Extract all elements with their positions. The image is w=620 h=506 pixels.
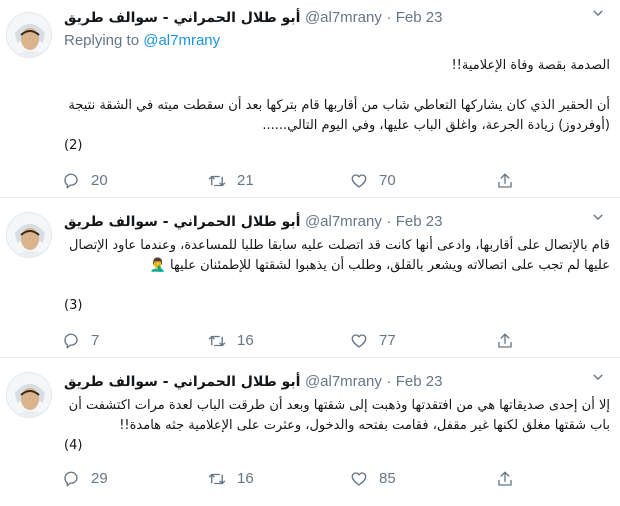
thread-counter: (4) [64, 438, 83, 453]
retweet-count: 16 [237, 332, 254, 349]
share-icon [498, 333, 512, 348]
username[interactable]: @al7mrany [305, 373, 382, 390]
retweet-button[interactable]: 16 [208, 330, 254, 352]
chevron-down-icon[interactable] [588, 6, 608, 26]
share-icon [498, 471, 512, 486]
tweet[interactable]: أبو طلال الحمراني - سوالف طريق @al7mrany… [0, 0, 620, 198]
tweet-line: باب شقتها مغلق لكنها غير مقفل، فقامت بفت… [119, 418, 610, 433]
retweet-button[interactable]: 16 [208, 468, 254, 490]
tweet-line: قام بالإتصال على أقاربها، وادعى أنها كان… [68, 238, 610, 253]
retweet-count: 21 [237, 172, 254, 189]
timestamp[interactable]: Feb 23 [396, 213, 443, 230]
reply-button[interactable]: 29 [62, 468, 108, 490]
tweet-text: إلا أن إحدى صديقاتها هي من افتقدتها وذهب… [64, 396, 610, 456]
tweet-line: (أوفردوز) زيادة الجرعة، واغلق الباب عليه… [262, 118, 610, 133]
share-button[interactable] [496, 170, 514, 192]
reply-count: 20 [91, 172, 108, 189]
timestamp[interactable]: Feb 23 [396, 373, 443, 390]
like-button[interactable]: 70 [350, 170, 396, 192]
tweet-header: أبو طلال الحمراني - سوالف طريق @al7mrany… [64, 212, 584, 232]
display-name[interactable]: أبو طلال الحمراني - سوالف طريق [64, 214, 300, 230]
retweet-icon [208, 335, 226, 347]
tweet-actions: 29 16 85 [62, 468, 532, 490]
like-button[interactable]: 77 [350, 330, 396, 352]
reply-count: 7 [91, 332, 100, 349]
tweet-actions: 20 21 70 [62, 170, 532, 192]
retweet-button[interactable]: 21 [208, 170, 254, 192]
tweet[interactable]: أبو طلال الحمراني - سوالف طريق @al7mrany… [0, 358, 620, 506]
share-button[interactable] [496, 468, 514, 490]
reply-button[interactable]: 20 [62, 170, 108, 192]
replying-handle-link[interactable]: @al7mrany [143, 32, 220, 49]
separator: · [386, 373, 392, 390]
tweet-header: أبو طلال الحمراني - سوالف طريق @al7mrany… [64, 372, 584, 392]
retweet-count: 16 [237, 470, 254, 487]
tweet-text: الصدمة بقصة وفاة الإعلامية!! أن الحقير ا… [64, 56, 610, 156]
share-icon [498, 173, 512, 188]
reply-button[interactable]: 7 [62, 330, 99, 352]
username[interactable]: @al7mrany [305, 9, 382, 26]
thread-counter: (3) [64, 298, 83, 313]
share-button[interactable] [496, 330, 514, 352]
separator: · [386, 213, 392, 230]
tweet-line: أن الحقير الذي كان يشاركها التعاطي شاب م… [68, 98, 610, 113]
tweet-actions: 7 16 77 [62, 330, 532, 352]
heart-icon [351, 472, 367, 486]
retweet-icon [208, 473, 226, 485]
thread-counter: (2) [64, 138, 83, 153]
tweet-line: إلا أن إحدى صديقاتها هي من افتقدتها وذهب… [68, 398, 610, 413]
display-name[interactable]: أبو طلال الحمراني - سوالف طريق [64, 10, 300, 26]
tweet-line: الصدمة بقصة وفاة الإعلامية!! [451, 58, 610, 73]
tweet-header: أبو طلال الحمراني - سوالف طريق @al7mrany… [64, 8, 584, 28]
timestamp[interactable]: Feb 23 [396, 9, 443, 26]
like-count: 70 [379, 172, 396, 189]
reply-icon [64, 333, 78, 349]
reply-icon [64, 173, 78, 189]
separator: · [386, 9, 392, 26]
retweet-icon [208, 175, 226, 187]
like-count: 85 [379, 470, 396, 487]
heart-icon [351, 334, 367, 348]
like-count: 77 [379, 332, 396, 349]
replying-label: Replying to [64, 32, 144, 49]
chevron-down-icon[interactable] [588, 370, 608, 390]
avatar[interactable] [6, 212, 52, 258]
avatar[interactable] [6, 12, 52, 58]
like-button[interactable]: 85 [350, 468, 396, 490]
chevron-down-icon[interactable] [588, 210, 608, 230]
avatar[interactable] [6, 372, 52, 418]
display-name[interactable]: أبو طلال الحمراني - سوالف طريق [64, 374, 300, 390]
reply-icon [64, 471, 78, 487]
tweet-text: قام بالإتصال على أقاربها، وادعى أنها كان… [64, 236, 610, 316]
heart-icon [351, 174, 367, 188]
username[interactable]: @al7mrany [305, 213, 382, 230]
tweet-line: عليها لم تجب على اتصالاته ويشعر بالقلق، … [149, 258, 610, 273]
tweet[interactable]: أبو طلال الحمراني - سوالف طريق @al7mrany… [0, 198, 620, 358]
replying-to: Replying to @al7mrany [64, 32, 220, 49]
reply-count: 29 [91, 470, 108, 487]
